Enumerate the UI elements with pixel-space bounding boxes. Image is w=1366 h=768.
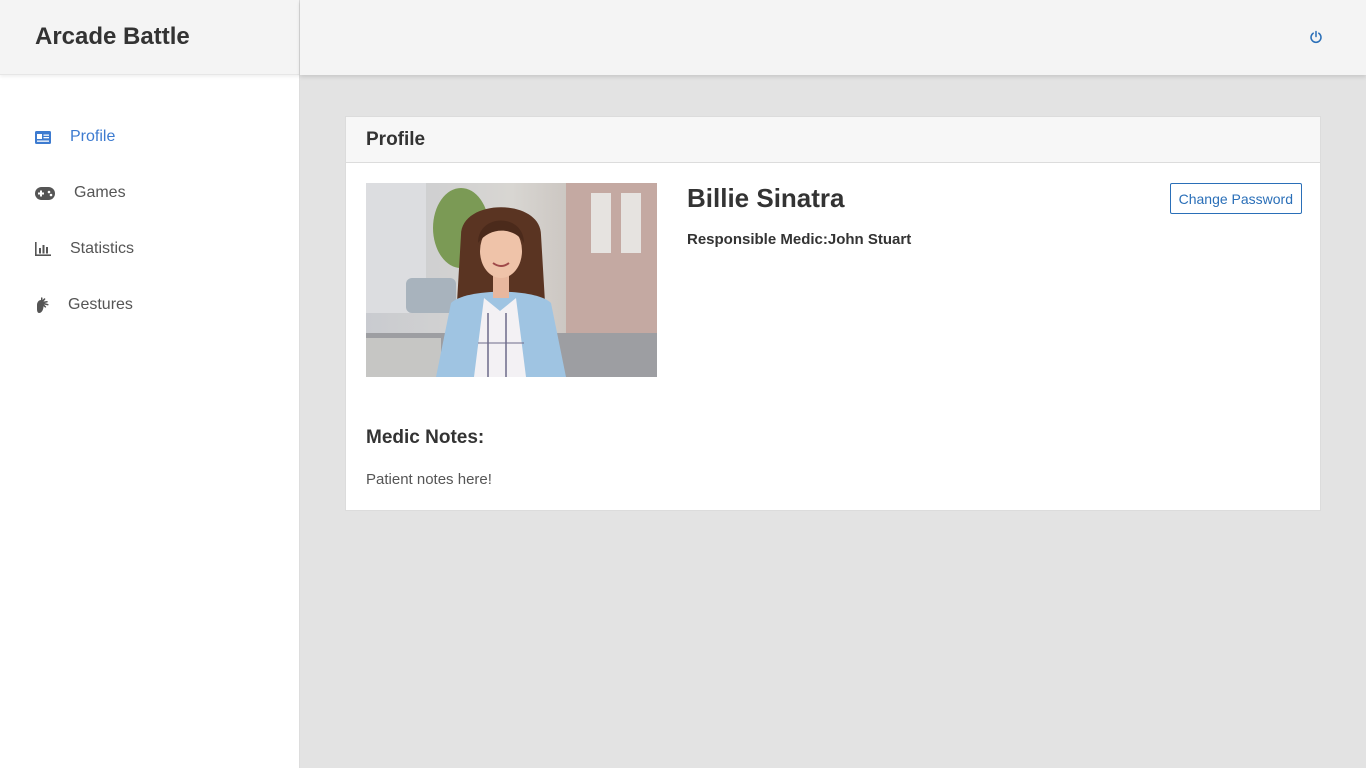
app-title: Arcade Battle xyxy=(35,23,190,50)
responsible-medic: Responsible Medic:John Stuart xyxy=(687,231,912,248)
top-bar xyxy=(300,0,1366,75)
change-password-button[interactable]: Change Password xyxy=(1169,183,1302,214)
profile-card: Profile Billie Sinatra Responsible Medic… xyxy=(345,116,1321,511)
hand-icon xyxy=(35,297,55,313)
profile-photo xyxy=(366,183,657,377)
brand-header: Arcade Battle xyxy=(0,0,299,75)
sidebar-item-profile[interactable]: Profile xyxy=(0,109,299,165)
medic-notes-text: Patient notes here! xyxy=(366,471,492,488)
sidebar-item-label: Games xyxy=(74,184,126,201)
card-header: Profile xyxy=(346,117,1320,163)
card-title: Profile xyxy=(366,128,426,150)
sidebar-item-games[interactable]: Games xyxy=(0,165,299,221)
patient-name: Billie Sinatra xyxy=(687,183,845,213)
gamepad-icon xyxy=(35,185,59,201)
medic-notes-title: Medic Notes: xyxy=(366,427,485,448)
sidebar-item-gestures[interactable]: Gestures xyxy=(0,277,299,333)
sidebar-item-label: Profile xyxy=(70,128,116,145)
power-icon[interactable] xyxy=(1308,29,1324,45)
id-card-icon xyxy=(35,129,55,145)
bar-chart-icon xyxy=(35,241,55,257)
sidebar-item-statistics[interactable]: Statistics xyxy=(0,221,299,277)
sidebar: Arcade Battle Profile Games Statistics G… xyxy=(0,0,300,768)
sidebar-nav: Profile Games Statistics Gestures xyxy=(0,75,299,333)
sidebar-item-label: Statistics xyxy=(70,240,135,257)
sidebar-item-label: Gestures xyxy=(68,296,133,313)
